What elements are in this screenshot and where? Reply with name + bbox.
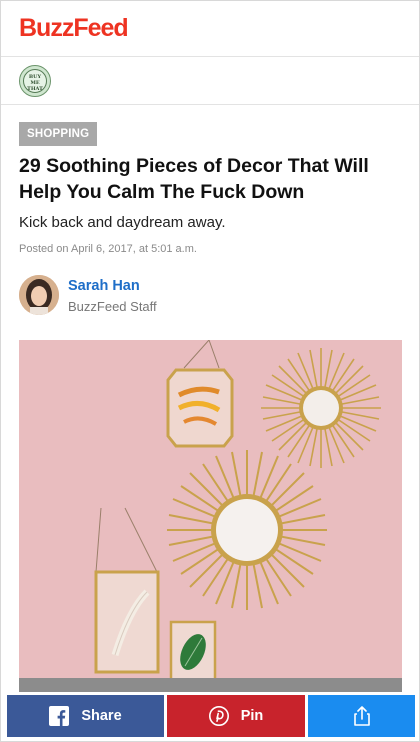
article-description: Kick back and daydream away. [19,214,226,231]
badge-bar: BUY ME THAT [1,57,419,105]
facebook-share-label: Share [81,708,122,724]
pinterest-icon [208,706,229,726]
facebook-icon [49,706,70,726]
posted-timestamp: Posted on April 6, 2017, at 5:01 a.m. [19,243,197,255]
share-bar: Share Pin [7,695,415,737]
buzzfeed-logo[interactable]: BuzzFeed [19,14,129,43]
hero-illustration [19,340,402,692]
buy-me-that-badge-icon[interactable]: BUY ME THAT [19,65,51,97]
badge-label: BUY ME THAT [23,69,47,93]
top-navbar: BuzzFeed [1,1,419,57]
hero-image[interactable] [19,340,402,692]
share-icon [353,706,371,726]
author-role: BuzzFeed Staff [68,299,157,314]
pinterest-pin-label: Pin [240,708,264,724]
page-frame: BuzzFeed BUY ME THAT SHOPPING 29 Soothin… [0,0,420,742]
article-title: 29 Soothing Pieces of Decor That Will He… [19,155,369,203]
facebook-share-button[interactable]: Share [7,695,164,737]
category-tag[interactable]: SHOPPING [19,122,98,146]
author-name-link[interactable]: Sarah Han [68,278,140,294]
native-share-button[interactable] [308,695,415,737]
hero-caption-strip [19,678,402,692]
author-avatar[interactable] [19,275,59,315]
pinterest-pin-button[interactable]: Pin [167,695,305,737]
